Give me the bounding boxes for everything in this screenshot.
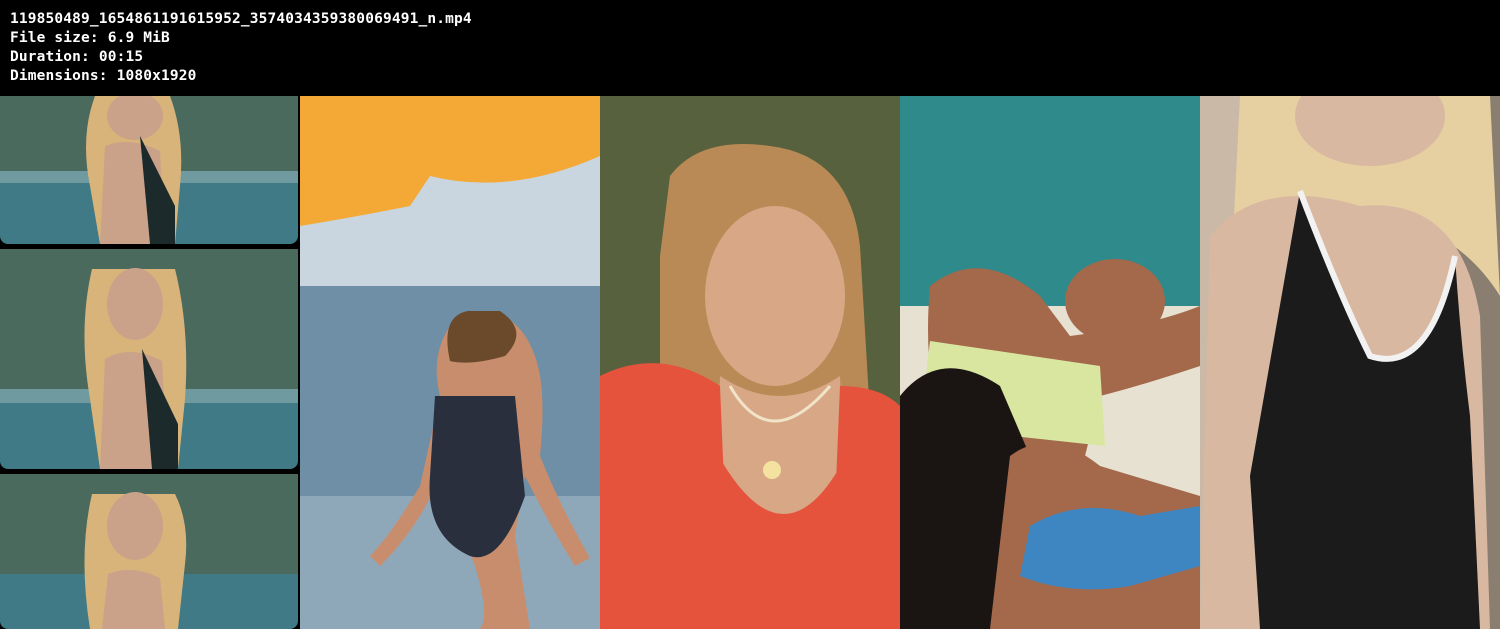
thumbnail-5[interactable]	[1200, 96, 1500, 629]
thumbnail-1[interactable]	[0, 96, 300, 629]
file-size-label: File size:	[10, 30, 99, 46]
thumbnail-4[interactable]	[900, 96, 1200, 629]
woman-in-gingham-swimsuit-beach-image	[300, 96, 600, 629]
woman-smiling-red-floral-dress-image	[600, 96, 900, 629]
dimensions-row: Dimensions: 1080x1920	[10, 67, 1500, 86]
blonde-woman-black-swimsuit-image	[1200, 96, 1500, 629]
video-info-header: 119850489_1654861191615952_3574034359380…	[0, 0, 1500, 96]
filename: 119850489_1654861191615952_3574034359380…	[10, 11, 472, 27]
dimensions-label: Dimensions:	[10, 68, 108, 84]
duration-row: Duration: 00:15	[10, 48, 1500, 67]
thumbnail-strip	[0, 96, 1500, 629]
duration-value: 00:15	[98, 49, 144, 65]
duration-label: Duration:	[10, 49, 90, 65]
triple-film-frame-woman-by-sea-image	[0, 96, 300, 629]
thumbnail-2[interactable]	[300, 96, 600, 629]
thumbnail-3[interactable]	[600, 96, 900, 629]
file-size-value: 6.9 MiB	[107, 30, 170, 46]
dimensions-value: 1080x1920	[116, 68, 197, 84]
file-size-row: File size: 6.9 MiB	[10, 29, 1500, 48]
two-women-laughing-on-blanket-image	[900, 96, 1200, 629]
